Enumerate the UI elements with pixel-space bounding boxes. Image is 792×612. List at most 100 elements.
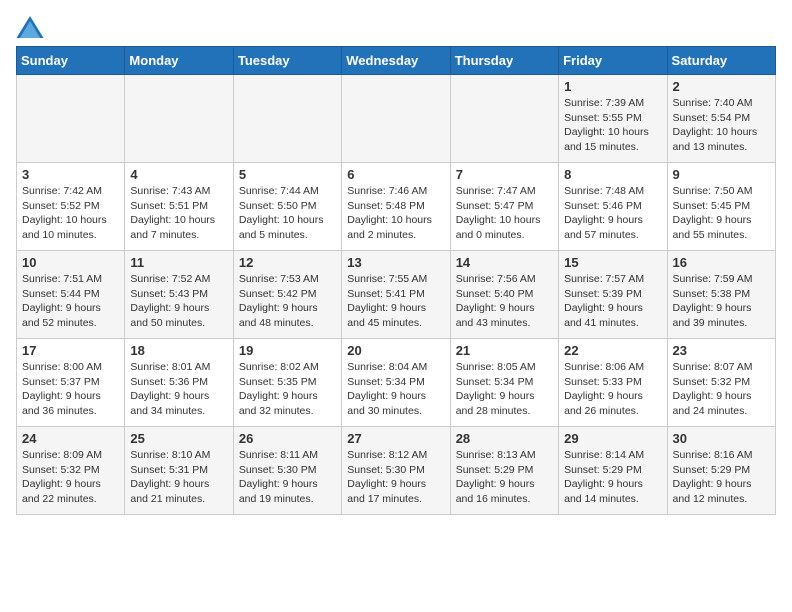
calendar-cell: 21 Sunrise: 8:05 AM Sunset: 5:34 PM Dayli… [450, 339, 558, 427]
day-number: 14 [456, 255, 553, 270]
day-number: 26 [239, 431, 336, 446]
calendar-cell: 20Sunrise: 8:04 AM Sunset: 5:34 PM Dayli… [342, 339, 450, 427]
calendar-cell: 9 Sunrise: 7:50 AM Sunset: 5:45 PM Daylig… [667, 163, 775, 251]
day-info: Sunrise: 8:10 AM Sunset: 5:31 PM Dayligh… [130, 448, 227, 507]
column-header-friday: Friday [559, 47, 667, 75]
day-info: Sunrise: 8:13 AM Sunset: 5:29 PM Dayligh… [456, 448, 553, 507]
day-info: Sunrise: 7:52 AM Sunset: 5:43 PM Dayligh… [130, 272, 227, 331]
day-number: 15 [564, 255, 661, 270]
calendar-cell: 23 Sunrise: 8:07 AM Sunset: 5:32 PM Dayli… [667, 339, 775, 427]
column-header-thursday: Thursday [450, 47, 558, 75]
calendar-body: 1 Sunrise: 7:39 AM Sunset: 5:55 PM Daylig… [17, 75, 776, 515]
calendar-cell: 28 Sunrise: 8:13 AM Sunset: 5:29 PM Dayli… [450, 427, 558, 515]
day-info: Sunrise: 8:07 AM Sunset: 5:32 PM Dayligh… [673, 360, 770, 419]
logo [16, 16, 48, 38]
column-header-wednesday: Wednesday [342, 47, 450, 75]
calendar-cell: 14 Sunrise: 7:56 AM Sunset: 5:40 PM Dayli… [450, 251, 558, 339]
day-info: Sunrise: 8:14 AM Sunset: 5:29 PM Dayligh… [564, 448, 661, 507]
calendar-cell: 22Sunrise: 8:06 AM Sunset: 5:33 PM Dayli… [559, 339, 667, 427]
day-number: 11 [130, 255, 227, 270]
day-info: Sunrise: 7:48 AM Sunset: 5:46 PM Dayligh… [564, 184, 661, 243]
calendar-cell: 17 Sunrise: 8:00 AM Sunset: 5:37 PM Dayli… [17, 339, 125, 427]
calendar-cell: 3 Sunrise: 7:42 AM Sunset: 5:52 PM Daylig… [17, 163, 125, 251]
calendar-week-row: 3 Sunrise: 7:42 AM Sunset: 5:52 PM Daylig… [17, 163, 776, 251]
calendar-cell: 8 Sunrise: 7:48 AM Sunset: 5:46 PM Daylig… [559, 163, 667, 251]
day-number: 21 [456, 343, 553, 358]
day-info: Sunrise: 8:16 AM Sunset: 5:29 PM Dayligh… [673, 448, 770, 507]
day-number: 19 [239, 343, 336, 358]
day-info: Sunrise: 8:11 AM Sunset: 5:30 PM Dayligh… [239, 448, 336, 507]
day-info: Sunrise: 8:12 AM Sunset: 5:30 PM Dayligh… [347, 448, 444, 507]
day-info: Sunrise: 8:09 AM Sunset: 5:32 PM Dayligh… [22, 448, 119, 507]
calendar-cell: 15 Sunrise: 7:57 AM Sunset: 5:39 PM Dayli… [559, 251, 667, 339]
day-number: 8 [564, 167, 661, 182]
day-info: Sunrise: 7:40 AM Sunset: 5:54 PM Dayligh… [673, 96, 770, 155]
calendar-header-row: SundayMondayTuesdayWednesdayThursdayFrid… [17, 47, 776, 75]
calendar-cell: 5 Sunrise: 7:44 AM Sunset: 5:50 PM Daylig… [233, 163, 341, 251]
day-info: Sunrise: 7:59 AM Sunset: 5:38 PM Dayligh… [673, 272, 770, 331]
calendar-cell: 18 Sunrise: 8:01 AM Sunset: 5:36 PM Dayli… [125, 339, 233, 427]
day-number: 1 [564, 79, 661, 94]
calendar-cell: 30Sunrise: 8:16 AM Sunset: 5:29 PM Dayli… [667, 427, 775, 515]
day-number: 10 [22, 255, 119, 270]
day-number: 9 [673, 167, 770, 182]
calendar-cell [17, 75, 125, 163]
calendar-cell: 7 Sunrise: 7:47 AM Sunset: 5:47 PM Daylig… [450, 163, 558, 251]
calendar-week-row: 24Sunrise: 8:09 AM Sunset: 5:32 PM Dayli… [17, 427, 776, 515]
calendar-cell [125, 75, 233, 163]
day-info: Sunrise: 7:47 AM Sunset: 5:47 PM Dayligh… [456, 184, 553, 243]
day-number: 17 [22, 343, 119, 358]
day-info: Sunrise: 7:56 AM Sunset: 5:40 PM Dayligh… [456, 272, 553, 331]
day-number: 18 [130, 343, 227, 358]
day-number: 6 [347, 167, 444, 182]
day-info: Sunrise: 7:55 AM Sunset: 5:41 PM Dayligh… [347, 272, 444, 331]
calendar-cell: 10 Sunrise: 7:51 AM Sunset: 5:44 PM Dayli… [17, 251, 125, 339]
logo-icon [16, 16, 44, 38]
day-info: Sunrise: 7:46 AM Sunset: 5:48 PM Dayligh… [347, 184, 444, 243]
column-header-tuesday: Tuesday [233, 47, 341, 75]
calendar-cell: 19 Sunrise: 8:02 AM Sunset: 5:35 PM Dayli… [233, 339, 341, 427]
day-number: 12 [239, 255, 336, 270]
calendar-week-row: 1 Sunrise: 7:39 AM Sunset: 5:55 PM Daylig… [17, 75, 776, 163]
day-number: 29 [564, 431, 661, 446]
day-info: Sunrise: 7:43 AM Sunset: 5:51 PM Dayligh… [130, 184, 227, 243]
day-info: Sunrise: 8:00 AM Sunset: 5:37 PM Dayligh… [22, 360, 119, 419]
day-number: 22 [564, 343, 661, 358]
day-number: 16 [673, 255, 770, 270]
calendar-cell: 4 Sunrise: 7:43 AM Sunset: 5:51 PM Daylig… [125, 163, 233, 251]
calendar-cell: 27 Sunrise: 8:12 AM Sunset: 5:30 PM Dayli… [342, 427, 450, 515]
day-number: 25 [130, 431, 227, 446]
calendar-week-row: 17 Sunrise: 8:00 AM Sunset: 5:37 PM Dayli… [17, 339, 776, 427]
day-info: Sunrise: 8:05 AM Sunset: 5:34 PM Dayligh… [456, 360, 553, 419]
day-number: 4 [130, 167, 227, 182]
day-info: Sunrise: 7:51 AM Sunset: 5:44 PM Dayligh… [22, 272, 119, 331]
day-info: Sunrise: 7:53 AM Sunset: 5:42 PM Dayligh… [239, 272, 336, 331]
calendar-week-row: 10 Sunrise: 7:51 AM Sunset: 5:44 PM Dayli… [17, 251, 776, 339]
day-number: 23 [673, 343, 770, 358]
calendar-cell: 6 Sunrise: 7:46 AM Sunset: 5:48 PM Daylig… [342, 163, 450, 251]
page-header [16, 16, 776, 38]
day-number: 28 [456, 431, 553, 446]
calendar-cell: 2 Sunrise: 7:40 AM Sunset: 5:54 PM Daylig… [667, 75, 775, 163]
calendar-cell [342, 75, 450, 163]
calendar-cell: 24Sunrise: 8:09 AM Sunset: 5:32 PM Dayli… [17, 427, 125, 515]
calendar-cell: 12 Sunrise: 7:53 AM Sunset: 5:42 PM Dayli… [233, 251, 341, 339]
day-info: Sunrise: 7:39 AM Sunset: 5:55 PM Dayligh… [564, 96, 661, 155]
day-info: Sunrise: 7:57 AM Sunset: 5:39 PM Dayligh… [564, 272, 661, 331]
day-number: 7 [456, 167, 553, 182]
day-number: 5 [239, 167, 336, 182]
day-number: 13 [347, 255, 444, 270]
day-number: 2 [673, 79, 770, 94]
day-info: Sunrise: 8:01 AM Sunset: 5:36 PM Dayligh… [130, 360, 227, 419]
day-info: Sunrise: 7:50 AM Sunset: 5:45 PM Dayligh… [673, 184, 770, 243]
day-info: Sunrise: 7:42 AM Sunset: 5:52 PM Dayligh… [22, 184, 119, 243]
calendar-cell: 1 Sunrise: 7:39 AM Sunset: 5:55 PM Daylig… [559, 75, 667, 163]
calendar-cell [233, 75, 341, 163]
day-info: Sunrise: 7:44 AM Sunset: 5:50 PM Dayligh… [239, 184, 336, 243]
day-number: 27 [347, 431, 444, 446]
calendar-cell: 13 Sunrise: 7:55 AM Sunset: 5:41 PM Dayli… [342, 251, 450, 339]
calendar-cell: 25 Sunrise: 8:10 AM Sunset: 5:31 PM Dayli… [125, 427, 233, 515]
calendar-cell [450, 75, 558, 163]
day-info: Sunrise: 8:02 AM Sunset: 5:35 PM Dayligh… [239, 360, 336, 419]
day-number: 3 [22, 167, 119, 182]
